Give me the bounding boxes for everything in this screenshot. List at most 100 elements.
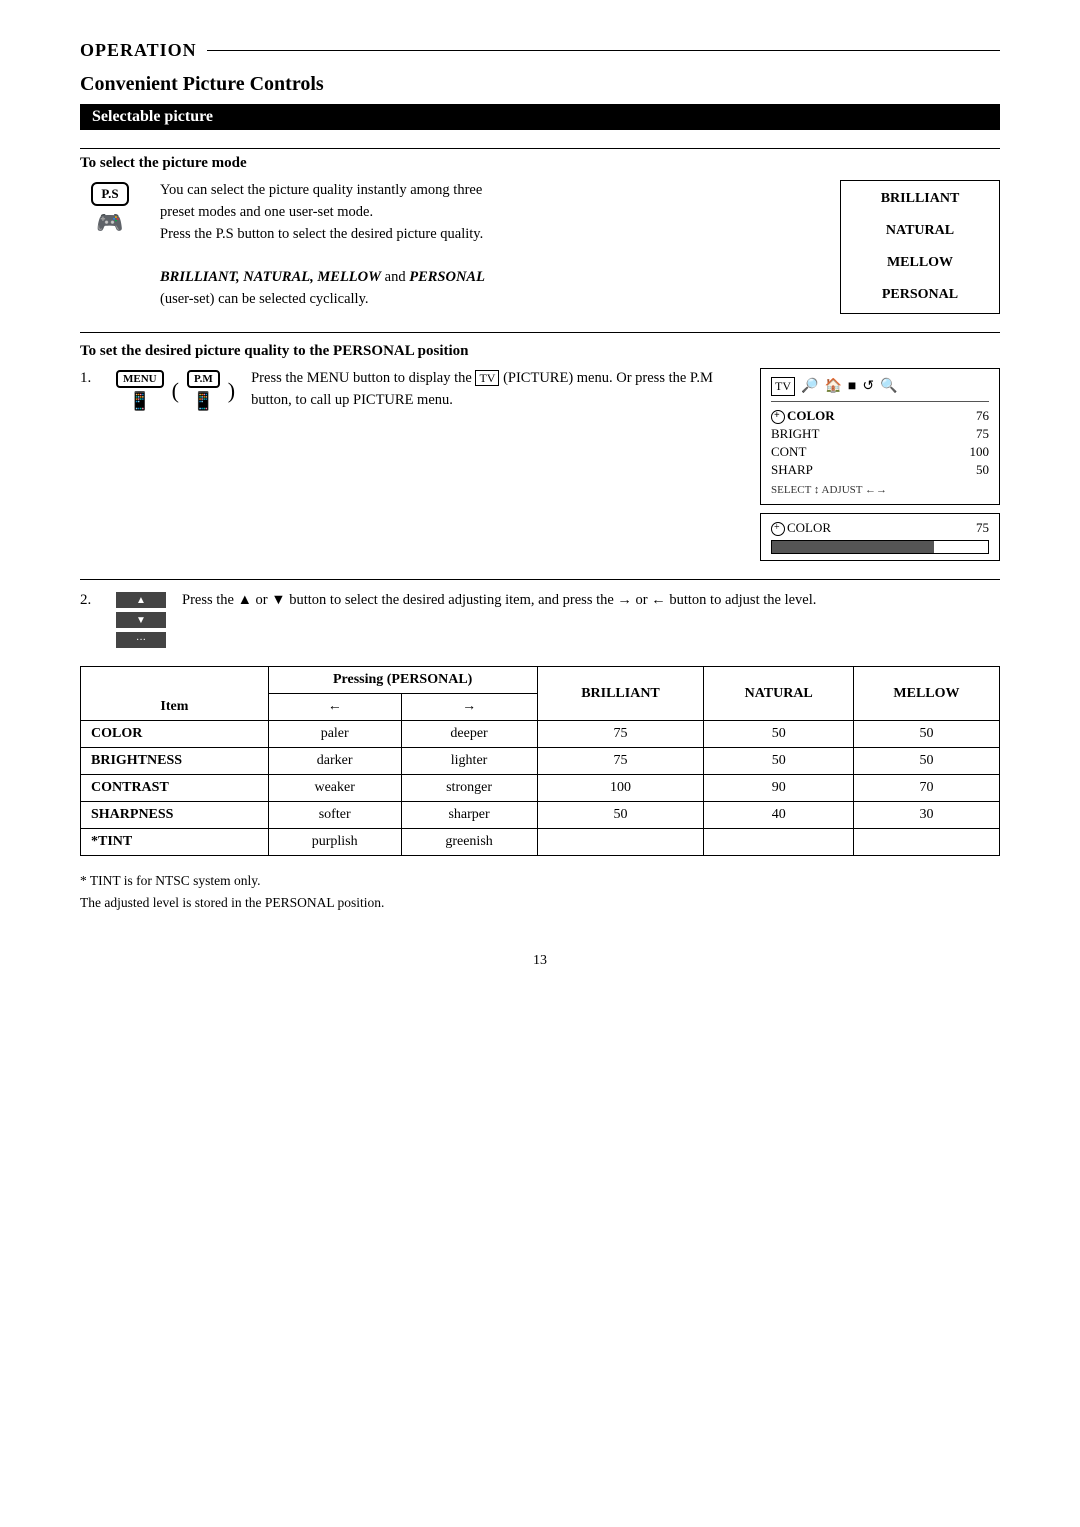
close-paren: ) (228, 378, 235, 404)
tv-cont-label: CONT (771, 444, 806, 460)
table-right-3: sharper (401, 802, 537, 829)
mode-personal: PERSONAL (882, 287, 958, 303)
ps-button-label: P.S (91, 182, 128, 206)
notes-section: * TINT is for NTSC system only. The adju… (80, 870, 1000, 913)
table-brilliant-3: 50 (537, 802, 704, 829)
table-mellow-4 (853, 829, 999, 856)
tv-icon-3: 🏠 (824, 378, 841, 395)
col-brilliant-header: BRILLIANT (537, 667, 704, 721)
col-natural-header: NATURAL (704, 667, 854, 721)
step-1-row: 1. MENU 📱 ( P.M 📱 ) Press the MENU butto… (80, 368, 1000, 561)
table-left-0: paler (268, 721, 401, 748)
table-mellow-1: 50 (853, 748, 999, 775)
tv-menu-row-bright: BRIGHT 75 (771, 426, 989, 442)
col-item-header: Item (81, 667, 269, 721)
color-bar-label: COLOR (771, 520, 831, 536)
table-left-2: weaker (268, 775, 401, 802)
tv-bright-value: 75 (976, 426, 989, 442)
color-bar-box: COLOR 75 (760, 513, 1000, 561)
open-paren: ( (172, 378, 179, 404)
mode-list-box: BRILLIANT NATURAL MELLOW PERSONAL (840, 180, 1000, 314)
table-natural-4 (704, 829, 854, 856)
mode-brilliant: BRILLIANT (881, 191, 960, 207)
step-1-text: Press the MENU button to display the TV … (251, 368, 744, 412)
picture-mode-description: You can select the picture quality insta… (160, 180, 820, 311)
selectable-picture-bar: Selectable picture (80, 104, 1000, 130)
table-row: *TINT purplish greenish (81, 829, 1000, 856)
tv-color-label: COLOR (771, 408, 835, 424)
step-2-icon: ▲ ▼ ··· (116, 592, 166, 648)
table-natural-1: 50 (704, 748, 854, 775)
tv-menu-rows: COLOR 76 BRIGHT 75 CONT 100 SHARP 50 (771, 408, 989, 478)
pm-button-icon: P.M (187, 370, 220, 388)
tv-icon-2: 🔎 (801, 378, 818, 395)
section-divider-2 (80, 579, 1000, 580)
description-line3: Press the P.S button to select the desir… (160, 224, 820, 246)
table-right-2: stronger (401, 775, 537, 802)
note-2: The adjusted level is stored in the PERS… (80, 892, 1000, 914)
menu-remote-icon: 📱 (129, 391, 151, 412)
tv-sharp-value: 50 (976, 462, 989, 478)
tv-select-hint: SELECT ↕ ADJUST ←→ (771, 484, 989, 496)
menu-button-icon: MENU (116, 370, 164, 388)
comparison-table: Item Pressing (PERSONAL) BRILLIANT NATUR… (80, 666, 1000, 856)
picture-mode-section: To select the picture mode P.S 🎮 You can… (80, 148, 1000, 314)
col-mellow-header: MELLOW (853, 667, 999, 721)
operation-section: OPERATION (80, 40, 1000, 61)
color-bar-value: 75 (976, 520, 989, 536)
col-pressing-header: Pressing (PERSONAL) (268, 667, 537, 694)
picture-mode-content: P.S 🎮 You can select the picture quality… (80, 180, 1000, 314)
note-1: * TINT is for NTSC system only. (80, 870, 1000, 892)
convenient-picture-controls-heading: Convenient Picture Controls (80, 73, 1000, 96)
table-right-4: greenish (401, 829, 537, 856)
step-2-text: Press the ▲ or ▼ button to select the de… (182, 590, 1000, 612)
col-right-arrow-header: → (401, 694, 537, 721)
step-2-row: 2. ▲ ▼ ··· Press the ▲ or ▼ button to se… (80, 590, 1000, 648)
table-item-2: CONTRAST (81, 775, 269, 802)
table-header-row-1: Item Pressing (PERSONAL) BRILLIANT NATUR… (81, 667, 1000, 694)
color-bar-label-row: COLOR 75 (771, 520, 989, 536)
table-right-0: deeper (401, 721, 537, 748)
arrow-dots-row: ··· (116, 632, 166, 648)
tv-menu-icons: TV 🔎 🏠 ■ ↺ 🔍 (771, 377, 989, 402)
arrow-up-block: ▲ (116, 592, 166, 608)
table-item-4: *TINT (81, 829, 269, 856)
step-2-num: 2. (80, 590, 100, 609)
ps-icon-group: P.S 🎮 (80, 182, 140, 236)
personal-section: To set the desired picture quality to th… (80, 343, 1000, 648)
ps-remote-icon: 🎮 (96, 210, 123, 236)
tv-bright-label: BRIGHT (771, 426, 819, 442)
menu-pm-row: MENU 📱 ( P.M 📱 ) (116, 370, 235, 412)
table-mellow-0: 50 (853, 721, 999, 748)
table-row: SHARPNESS softer sharper 50 40 30 (81, 802, 1000, 829)
tv-menu-row-color: COLOR 76 (771, 408, 989, 424)
table-row: CONTRAST weaker stronger 100 90 70 (81, 775, 1000, 802)
tv-sharp-label: SHARP (771, 462, 813, 478)
mode-natural: NATURAL (886, 223, 954, 239)
tv-menu-box: TV 🔎 🏠 ■ ↺ 🔍 COLOR 76 BRIGHT (760, 368, 1000, 505)
table-brilliant-1: 75 (537, 748, 704, 775)
modes-intro: BRILLIANT, NATURAL, MELLOW and PERSONAL (160, 267, 820, 289)
table-natural-0: 50 (704, 721, 854, 748)
tv-icon-selected: TV (771, 377, 795, 396)
tv-icon-6: 🔍 (880, 378, 897, 395)
modes-intro-text: BRILLIANT, NATURAL, MELLOW (160, 269, 381, 285)
table-body: COLOR paler deeper 75 50 50 BRIGHTNESS d… (81, 721, 1000, 856)
tv-icon-4: ■ (848, 379, 856, 395)
table-right-1: lighter (401, 748, 537, 775)
color-bar-circle-icon (771, 522, 785, 536)
personal-section-heading: To set the desired picture quality to th… (80, 343, 1000, 360)
table-item-0: COLOR (81, 721, 269, 748)
table-item-1: BRIGHTNESS (81, 748, 269, 775)
arrow-up-row: ▲ (116, 592, 166, 608)
step-1-num: 1. (80, 368, 100, 387)
table-row: BRIGHTNESS darker lighter 75 50 50 (81, 748, 1000, 775)
table-item-3: SHARPNESS (81, 802, 269, 829)
tv-color-value: 76 (976, 408, 989, 424)
modes-suffix: (user-set) can be selected cyclically. (160, 289, 820, 311)
color-bar-fill (772, 541, 934, 553)
tv-menu-row-cont: CONT 100 (771, 444, 989, 460)
arrow-down-block: ▼ (116, 612, 166, 628)
table-brilliant-2: 100 (537, 775, 704, 802)
pm-remote-icon: 📱 (192, 391, 214, 412)
